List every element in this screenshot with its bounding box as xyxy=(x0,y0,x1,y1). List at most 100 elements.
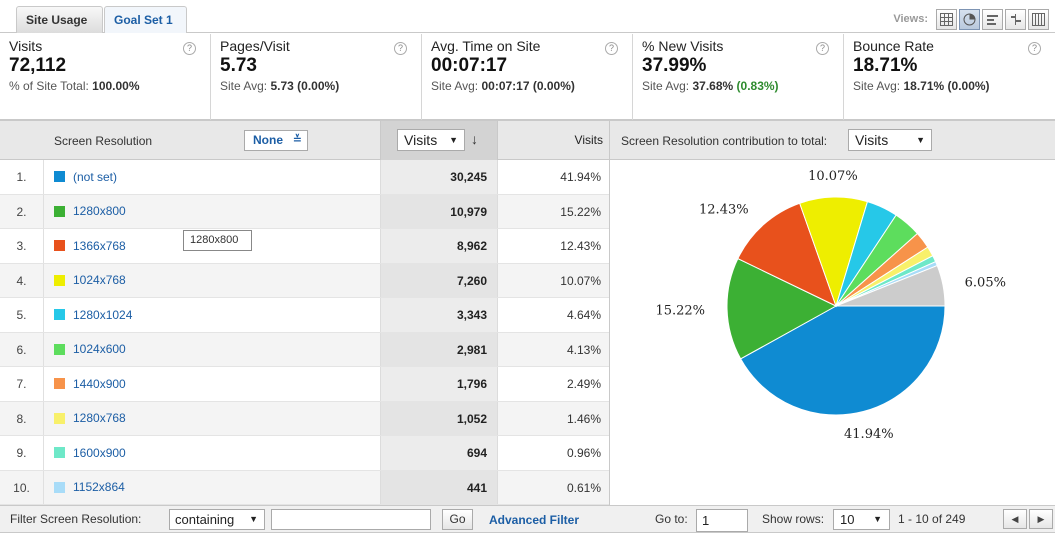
row-index: 2. xyxy=(0,194,44,228)
row-percent: 4.13% xyxy=(497,332,609,366)
metric-comparison: Site Avg: 18.71% (0.00%) xyxy=(853,79,990,93)
row-dimension-link[interactable]: 1280x768 xyxy=(54,402,126,436)
metric-visits: Visits 72,112 % of Site Total: 100.00% ? xyxy=(0,34,211,120)
row-index: 3. xyxy=(0,229,44,263)
metric-pages-per-visit: Pages/Visit 5.73 Site Avg: 5.73 (0.00%) … xyxy=(211,34,422,120)
row-dimension-link[interactable]: 1280x800 xyxy=(54,195,126,229)
sort-arrow-icon[interactable]: ↓ xyxy=(471,131,478,147)
pie-slice-label: 15.22% xyxy=(655,304,705,319)
row-percent: 0.61% xyxy=(497,470,609,504)
tab-goal-set-1[interactable]: Goal Set 1 xyxy=(104,6,187,33)
row-dimension-link[interactable]: 1440x900 xyxy=(54,367,126,401)
row-dimension-link[interactable]: 1280x1024 xyxy=(54,298,132,332)
help-icon[interactable]: ? xyxy=(1028,42,1041,55)
contribution-label: Screen Resolution contribution to total: xyxy=(621,134,828,148)
table-row: 9. 1600x900 694 0.96% xyxy=(0,436,609,471)
show-rows-label: Show rows: xyxy=(762,512,825,526)
show-rows-select[interactable]: 10 ▼ xyxy=(833,509,890,530)
dropdown-arrow-icon: ▼ xyxy=(449,135,458,145)
help-icon[interactable]: ? xyxy=(605,42,618,55)
filter-mode-select[interactable]: containing ▼ xyxy=(169,509,265,530)
metric-title: Visits xyxy=(9,38,43,54)
row-index: 7. xyxy=(0,367,44,401)
row-visits: 3,343 xyxy=(380,298,497,332)
table-row: 2. 1280x800 10,979 15.22% xyxy=(0,194,609,229)
views-label: Views: xyxy=(893,13,928,25)
advanced-filter-link[interactable]: Advanced Filter xyxy=(489,513,579,527)
table-row: 7. 1440x900 1,796 2.49% xyxy=(0,367,609,402)
row-dimension-link[interactable]: 1024x768 xyxy=(54,264,126,298)
tab-site-usage[interactable]: Site Usage xyxy=(16,6,103,33)
metric-title: Bounce Rate xyxy=(853,38,934,54)
metric-comparison: Site Avg: 37.68% (0.83%) xyxy=(642,79,779,93)
row-percent: 2.49% xyxy=(497,367,609,401)
row-dimension-link[interactable]: 1366x768 xyxy=(54,229,126,263)
row-percent: 10.07% xyxy=(497,263,609,297)
row-index: 8. xyxy=(0,401,44,435)
legend-swatch xyxy=(54,447,65,459)
table-view-icon[interactable] xyxy=(936,8,957,30)
row-percent: 1.46% xyxy=(497,401,609,435)
dropdown-arrow-icon: ▼ xyxy=(249,514,258,524)
comparison-view-icon[interactable] xyxy=(1005,8,1026,30)
help-icon[interactable]: ? xyxy=(183,42,196,55)
legend-swatch xyxy=(54,343,65,355)
metric-comparison: % of Site Total: 100.00% xyxy=(9,79,140,93)
row-visits: 8,962 xyxy=(380,229,497,263)
pivot-view-icon[interactable] xyxy=(1028,8,1049,30)
row-dimension-link[interactable]: 1152x864 xyxy=(54,471,125,505)
row-dimension-link[interactable]: (not set) xyxy=(54,160,117,194)
metric-title: % New Visits xyxy=(642,38,724,54)
row-index: 1. xyxy=(0,160,44,194)
row-visits: 694 xyxy=(380,436,497,470)
row-dimension-link[interactable]: 1600x900 xyxy=(54,436,126,470)
row-visits: 1,052 xyxy=(380,401,497,435)
row-visits: 441 xyxy=(380,470,497,504)
dropdown-arrow-icon: ▼ xyxy=(916,135,925,145)
row-percent: 12.43% xyxy=(497,229,609,263)
table-header: Screen Resolution None ≚ Visits ▼ ↓ Visit… xyxy=(0,120,1055,160)
metric-value: 00:07:17 xyxy=(431,55,508,76)
goto-label: Go to: xyxy=(655,512,688,526)
metric-bounce-rate: Bounce Rate 18.71% Site Avg: 18.71% (0.0… xyxy=(844,34,1055,120)
help-icon[interactable]: ? xyxy=(394,42,407,55)
goto-input[interactable]: 1 xyxy=(696,509,748,532)
row-index: 6. xyxy=(0,332,44,366)
row-dimension-link[interactable]: 1024x600 xyxy=(54,333,126,367)
filter-input[interactable] xyxy=(271,509,431,530)
metric-value: 37.99% xyxy=(642,55,707,76)
pie-slice-label: 10.07% xyxy=(808,169,858,184)
pie-chart-svg: 41.94% 15.22% 12.43% 10.07% 6.05% xyxy=(655,169,1005,442)
visits-column-header[interactable]: Visits xyxy=(497,121,609,160)
metric-comparison: Site Avg: 5.73 (0.00%) xyxy=(220,79,340,93)
row-index: 4. xyxy=(0,263,44,297)
metric-title: Pages/Visit xyxy=(220,38,290,54)
pie-view-icon[interactable] xyxy=(959,8,980,30)
contribution-select[interactable]: Visits ▼ xyxy=(848,129,932,151)
row-index: 5. xyxy=(0,298,44,332)
dropdown-arrow-icon: ▼ xyxy=(873,514,882,524)
legend-swatch xyxy=(54,481,65,493)
metric-value: 72,112 xyxy=(9,55,67,76)
metric-value: 18.71% xyxy=(853,55,918,76)
pie-slice-label: 41.94% xyxy=(844,427,894,442)
contribution-header: Screen Resolution contribution to total:… xyxy=(609,121,1055,160)
secondary-dimension-select[interactable]: None ≚ xyxy=(244,130,308,151)
next-page-button[interactable]: ▶ xyxy=(1029,509,1053,529)
go-button[interactable]: Go xyxy=(442,509,473,530)
row-visits: 1,796 xyxy=(380,367,497,401)
report-tabs: Site Usage Goal Set 1 Views: xyxy=(0,0,1055,33)
row-percent: 15.22% xyxy=(497,194,609,228)
dimension-header[interactable]: Screen Resolution xyxy=(54,134,152,148)
row-visits: 2,981 xyxy=(380,332,497,366)
help-icon[interactable]: ? xyxy=(816,42,829,55)
metric-select[interactable]: Visits ▼ xyxy=(397,129,465,151)
views-switcher: Views: xyxy=(893,7,1049,31)
metrics-summary: Visits 72,112 % of Site Total: 100.00% ?… xyxy=(0,34,1055,120)
prev-page-button[interactable]: ◀ xyxy=(1003,509,1027,529)
table-row: 4. 1024x768 7,260 10.07% xyxy=(0,263,609,298)
legend-swatch xyxy=(54,412,65,424)
tooltip: 1280x800 xyxy=(183,230,252,251)
performance-view-icon[interactable] xyxy=(982,8,1003,30)
legend-swatch xyxy=(54,205,65,217)
